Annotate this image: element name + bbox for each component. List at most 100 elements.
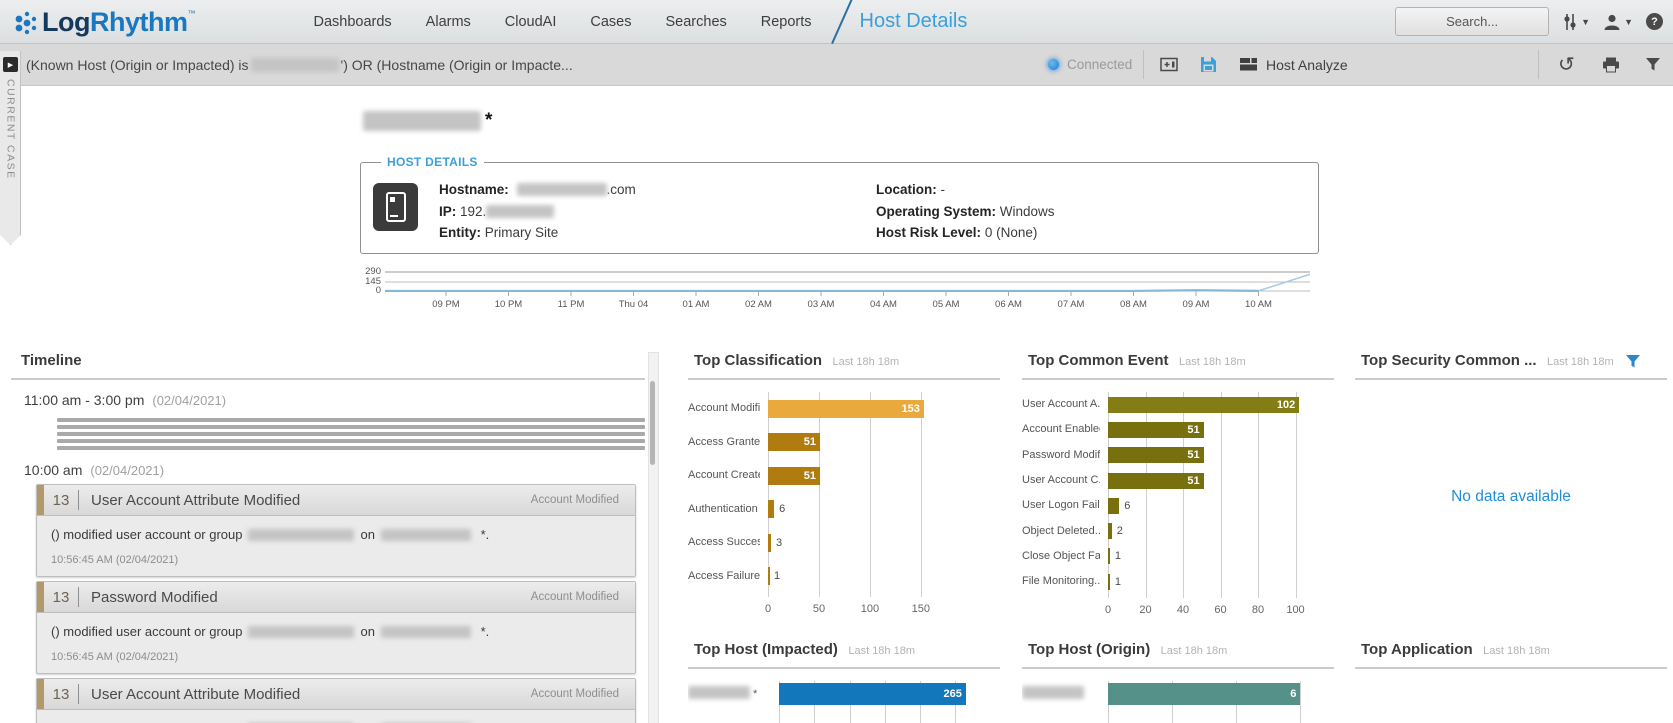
nav-item-searches[interactable]: Searches [666, 14, 727, 30]
value-label: 102 [1277, 399, 1295, 411]
event-title: Password Modified [91, 589, 531, 606]
redacted-label [688, 686, 750, 699]
bar[interactable]: 6 [1108, 683, 1300, 705]
value-label: 6 [1290, 688, 1296, 700]
redacted-text [248, 529, 354, 541]
bar[interactable]: 51 [1108, 422, 1204, 438]
save-search-button[interactable] [1200, 44, 1217, 85]
nav-item-cloudai[interactable]: CloudAI [505, 14, 557, 30]
bar[interactable]: 102 [1108, 397, 1299, 413]
panel-subtitle: Last 18h 18m [1161, 645, 1228, 657]
no-data-message: No data available [1355, 488, 1667, 506]
x-tick-label: 40 [1177, 604, 1189, 616]
redacted-text [381, 529, 471, 541]
y-tick-label: 0 [363, 285, 381, 296]
redacted-text [248, 626, 354, 638]
bar[interactable]: 51 [1108, 447, 1204, 463]
panel-title: Top Host (Origin) [1028, 641, 1150, 658]
panel-title: Top Application [1361, 641, 1473, 658]
chart-row: 6 [1022, 681, 1334, 707]
panel-filter-button[interactable] [1625, 354, 1641, 374]
refresh-button[interactable]: ↺ [1558, 44, 1575, 85]
top-classification-chart: 050100150Account Modifi...153Access Gran… [688, 392, 1000, 619]
filter-query[interactable]: (Known Host (Origin or Impacted) is ') O… [26, 44, 573, 85]
panel-subtitle: Last 18h 18m [1179, 356, 1246, 368]
host-icon [373, 183, 418, 231]
nav-item-cases[interactable]: Cases [590, 14, 631, 30]
event-classification: Account Modified [531, 494, 635, 506]
connection-status: Connected [1048, 44, 1132, 85]
x-tick-label: 150 [912, 603, 930, 615]
print-icon [1602, 57, 1620, 73]
redacted-row [57, 432, 645, 436]
bar[interactable] [768, 534, 771, 552]
nav-item-reports[interactable]: Reports [761, 14, 812, 30]
help-icon[interactable]: ? [1646, 13, 1663, 30]
event-count: 13 [44, 492, 78, 509]
value-label: 2 [1117, 525, 1123, 537]
logrhythm-logo[interactable]: LogRhythm ™ [14, 5, 195, 39]
bar[interactable] [1108, 498, 1119, 514]
timeline-event-card[interactable]: 13User Account Attribute ModifiedAccount… [36, 678, 636, 723]
add-widget-button[interactable] [1160, 44, 1178, 85]
sliders-icon [1562, 13, 1578, 31]
category-label: User Account C... [1022, 468, 1100, 493]
timeline-group-header: 10:00 am(02/04/2021) [24, 462, 645, 480]
logo-trademark: ™ [187, 9, 195, 18]
event-body: () modified user account or groupon *.10… [37, 613, 635, 673]
chart-row: Authentication ...6 [688, 493, 1000, 527]
active-tab-slash [831, 0, 855, 44]
bar[interactable] [1108, 574, 1110, 590]
print-button[interactable] [1602, 44, 1620, 85]
host-details-legend: HOST DETAILS [381, 155, 484, 169]
timeline-event-card[interactable]: 13Password ModifiedAccount Modified() mo… [36, 581, 636, 674]
search-button[interactable]: Search... [1395, 7, 1549, 36]
value-label: 1 [1115, 550, 1121, 562]
chevron-down-icon: ▼ [1581, 17, 1590, 27]
host-activity-sparkline[interactable]: 290145009 PM10 PM11 PMThu 0401 AM02 AM03… [363, 262, 1313, 318]
bar[interactable] [1108, 523, 1112, 539]
x-tick-label: 100 [1286, 604, 1304, 616]
top-navigation-bar: LogRhythm ™ Dashboards Alarms CloudAI Cases… [0, 0, 1673, 44]
event-timestamp: 10:56:45 AM (02/04/2021) [51, 651, 621, 663]
panel-top-classification: Top Classification Last 18h 18m 05010015… [688, 352, 1000, 619]
scrollbar-thumb[interactable] [650, 381, 655, 465]
timeline-scrollbar[interactable] [648, 352, 659, 723]
current-case-tab[interactable]: ▶ CURRENT CASE [0, 51, 21, 245]
search-filter-bar: (Known Host (Origin or Impacted) is ') O… [0, 44, 1673, 86]
ip-field: IP: 192. [439, 201, 636, 223]
preferences-menu[interactable]: ▼ [1562, 13, 1590, 31]
filter-button[interactable] [1645, 44, 1661, 85]
bar[interactable] [768, 567, 770, 585]
event-timestamp: 10:56:45 AM (02/04/2021) [51, 554, 621, 566]
event-count: 13 [44, 589, 78, 606]
nav-item-alarms[interactable]: Alarms [426, 14, 471, 30]
value-label: 51 [1187, 424, 1199, 436]
bar[interactable]: 51 [768, 433, 820, 451]
panel-title: Timeline [21, 352, 82, 369]
host-analyze-label: Host Analyze [1266, 57, 1348, 73]
bar[interactable]: 153 [768, 400, 924, 418]
user-menu[interactable]: ▼ [1603, 13, 1633, 31]
panel-header: Top Common Event Last 18h 18m [1022, 352, 1334, 380]
timeline-event-card[interactable]: 13User Account Attribute ModifiedAccount… [36, 484, 636, 577]
person-icon [1603, 13, 1621, 31]
bar[interactable]: 51 [1108, 473, 1204, 489]
add-widget-icon [1160, 57, 1178, 72]
host-details-panel: HOST DETAILS Hostname: .com IP: 192. Ent… [360, 162, 1319, 254]
nav-item-dashboards[interactable]: Dashboards [313, 14, 391, 30]
redacted-text [251, 58, 339, 72]
active-page-title: Host Details [860, 10, 968, 33]
value-label: 51 [1187, 449, 1199, 461]
bar[interactable]: 265 [779, 683, 966, 705]
bar[interactable] [1108, 548, 1110, 564]
bar[interactable]: 51 [768, 467, 820, 485]
chart-row: Access Failure1 [688, 560, 1000, 594]
panel-subtitle: Last 18h 18m [848, 645, 915, 657]
expand-play-icon: ▶ [3, 57, 18, 72]
host-fields-right: Location: - Operating System: Windows Ho… [876, 179, 1055, 244]
bar[interactable] [768, 500, 774, 518]
host-analyze-button[interactable]: Host Analyze [1240, 44, 1348, 85]
category-label: Password Modif... [1022, 443, 1100, 468]
panel-top-host-origin: Top Host (Origin) Last 18h 18m 6 [1022, 641, 1334, 723]
